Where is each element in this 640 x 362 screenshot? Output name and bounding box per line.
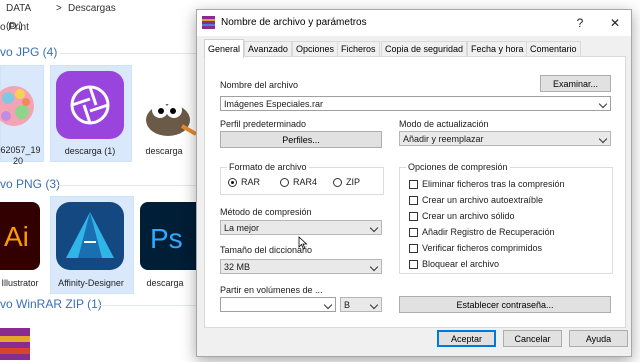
tab-files[interactable]: Ficheros xyxy=(337,41,380,57)
file-label: Affinity-Designer xyxy=(58,278,124,288)
cancel-button[interactable]: Cancelar xyxy=(503,330,562,347)
affinity-designer-icon[interactable] xyxy=(56,202,124,270)
group-heading-jpg[interactable]: vo JPG (4) xyxy=(0,45,57,59)
split-volumes-label: Partir en volúmenes de ... xyxy=(220,285,323,295)
compression-method-value: La mejor xyxy=(224,223,260,233)
checkbox-delete-files-label[interactable]: Eliminar ficheros tras la compresión xyxy=(422,179,565,189)
close-icon[interactable]: ✕ xyxy=(604,14,626,32)
print-command[interactable]: o Print xyxy=(0,22,29,33)
split-unit-select[interactable]: B xyxy=(340,297,382,312)
affinity-photo-icon[interactable] xyxy=(56,71,124,139)
archive-name-value: Imágenes Especiales.rar xyxy=(224,99,324,109)
dictionary-size-value: 32 MB xyxy=(224,262,251,272)
radio-rar4[interactable] xyxy=(280,178,289,187)
update-mode-value: Añadir y reemplazar xyxy=(403,134,484,144)
group-divider xyxy=(58,185,196,186)
split-unit-value: B xyxy=(344,300,351,310)
tab-backup[interactable]: Copia de seguridad xyxy=(381,41,468,57)
archive-format-label: Formato de archivo xyxy=(227,162,309,172)
help-button[interactable]: Ayuda xyxy=(569,330,628,347)
archive-name-label: Nombre del archivo xyxy=(220,80,299,90)
archive-format-group: Formato de archivo RAR RAR4 ZIP xyxy=(220,162,384,195)
compression-method-select[interactable]: La mejor xyxy=(220,220,382,235)
photoshop-icon[interactable]: Ps xyxy=(140,202,208,270)
chevron-down-icon[interactable] xyxy=(598,99,608,109)
checkbox-sfx-label[interactable]: Crear un archivo autoextraíble xyxy=(422,195,543,205)
tab-options[interactable]: Opciones xyxy=(292,41,339,57)
chevron-down-icon[interactable] xyxy=(323,300,333,310)
file-label: descarga (1) xyxy=(64,146,116,156)
chevron-down-icon[interactable] xyxy=(369,300,379,310)
radio-rar[interactable] xyxy=(228,178,237,187)
default-profile-label: Perfil predeterminado xyxy=(220,119,307,129)
file-label: descarga xyxy=(145,146,183,156)
dictionary-size-select[interactable]: 32 MB xyxy=(220,259,382,274)
breadcrumb-folder[interactable]: Descargas xyxy=(68,0,116,18)
mouse-cursor-icon xyxy=(298,236,308,250)
chevron-down-icon[interactable] xyxy=(598,134,608,144)
chevron-down-icon[interactable] xyxy=(369,262,379,272)
compression-method-label: Método de compresión xyxy=(220,207,312,217)
checkbox-lock-archive-label[interactable]: Bloquear el archivo xyxy=(422,259,499,269)
checkbox-test-files[interactable] xyxy=(409,244,418,253)
radio-zip-label[interactable]: ZIP xyxy=(346,177,360,187)
breadcrumb-separator: > xyxy=(56,3,62,14)
split-volumes-combo[interactable] xyxy=(220,297,336,312)
ok-button[interactable]: Aceptar xyxy=(437,330,496,347)
winrar-icon xyxy=(202,16,215,29)
group-divider xyxy=(60,53,196,54)
file-label: descarga xyxy=(146,278,184,288)
dialog-title-bar[interactable]: Nombre de archivo y parámetros ? ✕ xyxy=(197,10,631,36)
checkbox-recovery-record[interactable] xyxy=(409,228,418,237)
help-icon[interactable]: ? xyxy=(569,14,591,32)
illustrator-icon[interactable]: Ai xyxy=(0,202,40,270)
archive-name-and-parameters-dialog: Nombre de archivo y parámetros ? ✕ Gener… xyxy=(196,9,632,357)
update-mode-select[interactable]: Añadir y reemplazar xyxy=(399,131,611,146)
checkbox-delete-files[interactable] xyxy=(409,180,418,189)
radio-rar4-label[interactable]: RAR4 xyxy=(293,177,317,187)
dialog-title: Nombre de archivo y parámetros xyxy=(221,17,367,28)
checkbox-sfx[interactable] xyxy=(409,196,418,205)
group-heading-png[interactable]: vo PNG (3) xyxy=(0,177,60,191)
winrar-archive-icon[interactable] xyxy=(0,322,36,360)
tab-comment[interactable]: Comentario xyxy=(526,41,581,57)
update-mode-label: Modo de actualización xyxy=(399,119,489,129)
browse-button[interactable]: Examinar... xyxy=(540,75,611,92)
radio-rar-label[interactable]: RAR xyxy=(241,177,260,187)
checkbox-recovery-record-label[interactable]: Añadir Registro de Recuperación xyxy=(422,227,555,237)
tab-advanced[interactable]: Avanzado xyxy=(244,41,292,57)
checkbox-lock-archive[interactable] xyxy=(409,260,418,269)
svg-text:Ps: Ps xyxy=(150,223,183,254)
tab-date-time[interactable]: Fecha y hora xyxy=(467,41,528,57)
group-heading-zip[interactable]: vo WinRAR ZIP (1) xyxy=(0,297,102,311)
archive-name-combo[interactable]: Imágenes Especiales.rar xyxy=(220,96,611,111)
general-tab-panel: Nombre del archivo Examinar... Imágenes … xyxy=(204,56,626,328)
group-divider xyxy=(98,305,196,306)
checkbox-solid-label[interactable]: Crear un archivo sólido xyxy=(422,211,515,221)
compression-options-label: Opciones de compresión xyxy=(406,162,510,172)
checkbox-solid[interactable] xyxy=(409,212,418,221)
tab-general[interactable]: General xyxy=(204,39,245,58)
image-thumbnail-brain[interactable] xyxy=(0,72,40,140)
radio-zip[interactable] xyxy=(333,178,342,187)
checkbox-test-files-label[interactable]: Verificar ficheros comprimidos xyxy=(422,243,542,253)
chevron-down-icon[interactable] xyxy=(369,223,379,233)
set-password-button[interactable]: Establecer contraseña... xyxy=(399,296,611,313)
svg-text:Ai: Ai xyxy=(4,221,29,252)
compression-options-group: Opciones de compresión Eliminar ficheros… xyxy=(399,162,613,274)
profiles-button[interactable]: Perfiles... xyxy=(220,131,382,148)
